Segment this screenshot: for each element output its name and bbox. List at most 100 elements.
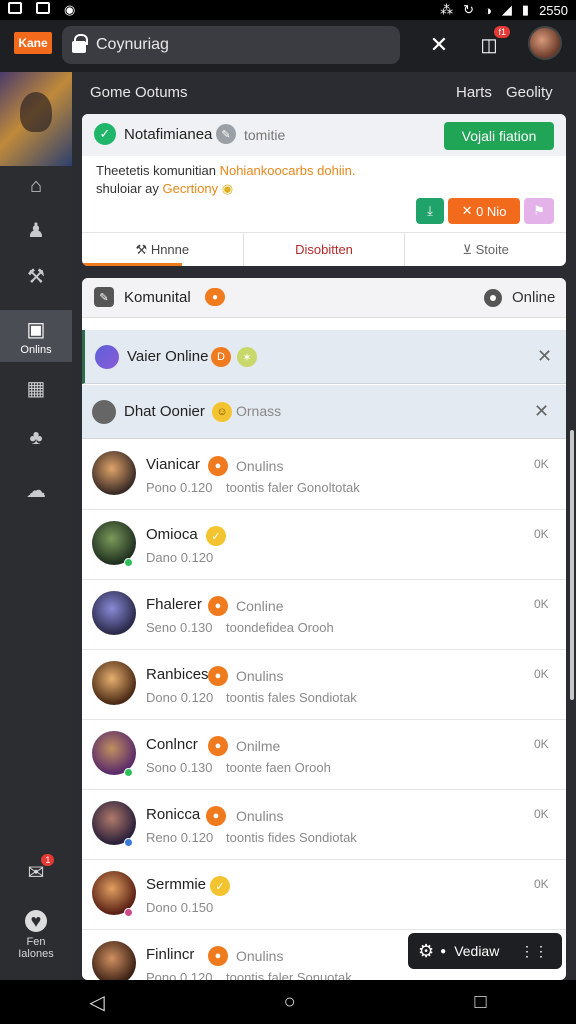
smile-icon: ☺ [212,402,232,422]
chat-strip[interactable]: Dhat Oonier ☺ Ornass ✕ [82,385,566,439]
sidebar-bottom-label: Fen Ialones [18,936,54,960]
x-icon: ✕ [461,203,477,218]
member-name: Finlincr [146,946,195,963]
status-icon: ● [208,736,228,756]
card-text-1: Theetetis komunitian [96,163,216,178]
friends-icon: ♥ [25,910,47,932]
scrollbar[interactable] [570,430,574,700]
tab-state[interactable]: ⊻ Stoite [405,233,566,266]
list-item[interactable]: Omioca ✓ Dano 0.120 0K [82,510,566,580]
list-item[interactable]: Conlncr ● Onilme Sono 0.130 toonte faen … [82,720,566,790]
online-dot [124,908,133,917]
pencil-icon[interactable]: ✎ [216,124,236,144]
cloud-icon[interactable]: ☁ [0,464,72,516]
tab-label: Disobitten [295,242,353,257]
search-text: Coynuriag [96,36,169,53]
card-tabs: ⚒ Hnnne Disobitten ⊻ Stoite [82,232,566,266]
wrench-icon[interactable]: ⚒ [0,250,72,302]
back-icon[interactable]: ◁ [89,990,104,1015]
messages-icon[interactable]: ✉ 1 [0,854,72,885]
avatar [92,451,136,495]
member-time: 0K [534,807,549,821]
member-name: Sermmie [146,876,207,893]
list-item[interactable]: Vianicar ● Onulins Pono 0.120 toontis fa… [82,440,566,510]
card-message: Theetetis komunitian Nohiankoocarbs dohi… [96,162,416,198]
app-logo[interactable]: Kane [14,32,52,54]
status-icon: ● [208,456,228,476]
panel-header: ✎ Komunital ● Online [82,278,566,318]
list-item[interactable]: Ranbices ● Onulins Dono 0.120 toontis fa… [82,650,566,720]
dismiss-button[interactable]: ✕ 0 Nio [448,198,520,224]
member-name: Fhalerer [146,596,202,613]
gear-icon[interactable]: ⚙ [418,941,434,962]
status-icon: ● [208,946,228,966]
card-text-2-highlight: Gecrtiony [162,181,219,196]
gallery-icon [8,2,22,14]
bookmark-icon[interactable]: ⚑ [524,198,554,224]
avatar [92,661,136,705]
home-button-icon[interactable]: ○ [284,991,296,1014]
card-header: ✓ Notafimianea ✎ tomitie Vojali fiation [82,114,566,156]
view-button[interactable]: Vediaw [454,943,499,959]
navigation-bar: ◁ ○ □ [0,980,576,1024]
status-icon: ● [208,666,228,686]
tab-discussion[interactable]: Disobitten [244,233,406,266]
status-bar: ◉ ⁂ ↻ ◑ ◢ ▮ 2550 [0,0,576,20]
member-detail: toontis faler Sonuotak [226,970,352,980]
member-name: Ronicca [146,806,201,823]
check-icon: ✓ [210,876,230,896]
member-time: 0K [534,737,549,751]
member-sub: Reno 0.120 [146,830,214,845]
settings-menu[interactable]: ♥ Fen Ialones [0,910,72,960]
member-status: Onilme [236,738,281,754]
list-item[interactable]: Sermmie ✓ Dono 0.150 0K [82,860,566,930]
user-icon[interactable]: ♟ [0,204,72,256]
header-link-1[interactable]: Harts [456,84,492,101]
status-icon: ● [206,806,226,826]
search-field[interactable]: Coynuriag [62,26,400,64]
close-icon[interactable]: ✕ [424,30,454,60]
content-header: Gome Ootums Harts Geolity [72,72,576,112]
member-time: 0K [534,457,549,471]
member-status: Onulins [236,458,284,474]
sidebar-item-online[interactable]: ▣ Onlins [0,310,72,362]
download-icon[interactable]: ⤓ [416,198,444,224]
star-icon: ✶ [237,347,257,367]
member-sub: Seno 0.130 [146,620,213,635]
hero-image[interactable] [0,72,72,166]
card-subtitle: tomitie [244,127,286,143]
group-icon[interactable]: ♣ [0,412,72,464]
member-detail: toonte faen Orooh [226,760,331,775]
close-icon[interactable]: ✕ [534,401,549,422]
member-sub: Pono 0.120 [146,970,213,980]
strip-name: Vaier Online [127,348,209,365]
verify-button[interactable]: Vojali fiation [444,122,554,150]
header-link-2[interactable]: Geolity [506,84,553,101]
image-icon [36,2,50,14]
page-title: Gome Ootums [90,83,188,101]
card-text-1-highlight: Nohiankoocarbs dohiin. [219,163,356,178]
online-label[interactable]: Online [512,289,555,306]
online-dot [124,768,133,777]
community-icon: ✎ [94,287,114,307]
panel-badge: ● [205,288,225,306]
inbox-icon[interactable]: ◫ f1 [474,26,510,60]
dot-icon: ● [440,945,447,957]
active-strip[interactable]: Vaier Online D ✶ ✕ [82,330,566,384]
strip-badge: D [211,347,231,367]
close-icon[interactable]: ✕ [537,346,552,367]
chat-icon [92,400,116,424]
wifi-icon: ◑ [484,2,492,18]
lock-icon [72,34,88,53]
list-item[interactable]: Fhalerer ● Conline Seno 0.130 toondefide… [82,580,566,650]
recents-icon[interactable]: □ [474,991,486,1014]
more-icon[interactable]: ⋮⋮ [520,943,548,960]
member-time: 0K [534,597,549,611]
tab-home[interactable]: ⚒ Hnnne [82,233,244,266]
member-name: Conlncr [146,736,198,753]
list-item[interactable]: Ronicca ● Onulins Reno 0.120 toontis fid… [82,790,566,860]
edit-icon[interactable]: ▦ [0,362,72,414]
profile-avatar[interactable] [528,26,562,60]
member-name: Ranbices [146,666,209,683]
member-detail: toontis fales Sondiotak [226,690,357,705]
